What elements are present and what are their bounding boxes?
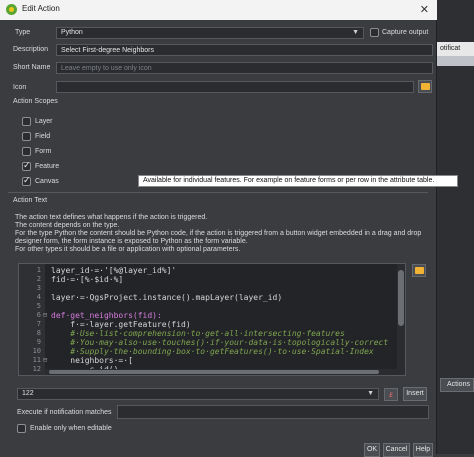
code-line: 9 #·You·may·also·use·touches()·if·your·d… bbox=[19, 338, 395, 347]
code-text: def·get_neighbors(fid): bbox=[51, 311, 162, 320]
type-combo[interactable]: Python ▼ bbox=[56, 27, 364, 39]
code-text: #·Supply·the·bounding·box·to·getFeatures… bbox=[51, 347, 374, 356]
scope-form-checkbox[interactable] bbox=[22, 147, 31, 156]
scope-tooltip: Available for individual features. For e… bbox=[138, 175, 458, 187]
editor-horizontal-scrollbar[interactable] bbox=[45, 369, 399, 375]
scope-layer-checkbox[interactable] bbox=[22, 117, 31, 126]
edit-action-dialog: Edit Action ✕ Type Python ▼ Capture outp… bbox=[0, 0, 458, 457]
cancel-button[interactable]: Cancel bbox=[383, 443, 410, 457]
execute-if-input[interactable] bbox=[117, 405, 429, 419]
scope-form-label: Form bbox=[35, 148, 52, 155]
action-text-label: Action Text bbox=[13, 197, 48, 204]
execute-if-label: Execute if notification matches bbox=[17, 409, 112, 416]
help-button[interactable]: Help bbox=[413, 443, 433, 457]
close-icon[interactable]: ✕ bbox=[420, 3, 429, 16]
variables-value: 122 bbox=[22, 390, 34, 397]
description-label: Description bbox=[13, 46, 49, 53]
code-text: f·=·layer.getFeature(fid) bbox=[51, 320, 191, 329]
chevron-down-icon: ▼ bbox=[352, 29, 359, 36]
code-text: #·Use·list·comprehension·to·get·all·inte… bbox=[51, 329, 345, 338]
scope-feature-checkbox[interactable] bbox=[22, 160, 31, 171]
scroll-thumb[interactable] bbox=[398, 270, 404, 326]
capture-output-checkbox[interactable] bbox=[370, 28, 379, 37]
code-text: layer·=·QgsProject.instance().mapLayer(l… bbox=[51, 293, 283, 302]
code-line: 4 layer·=·QgsProject.instance().mapLayer(… bbox=[19, 293, 395, 302]
background-tab: otificat bbox=[436, 42, 474, 56]
line-number: 5 bbox=[36, 302, 41, 310]
action-scopes-label: Action Scopes bbox=[13, 98, 58, 105]
type-label: Type bbox=[15, 29, 31, 36]
help-line-1: The action text defines what happens if … bbox=[15, 214, 208, 221]
enable-only-editable-label: Enable only when editable bbox=[30, 425, 112, 432]
code-text: neighbors·=·[ bbox=[51, 356, 133, 365]
line-number: 6 bbox=[36, 311, 41, 319]
capture-output-label: Capture output bbox=[382, 29, 429, 36]
editor-vertical-scrollbar[interactable] bbox=[397, 264, 405, 375]
background-window: otificat Actions bbox=[436, 0, 474, 454]
title-bar: Edit Action ✕ bbox=[0, 0, 437, 20]
background-header bbox=[436, 56, 474, 66]
load-script-button[interactable] bbox=[412, 264, 426, 277]
folder-icon bbox=[415, 267, 424, 274]
divider bbox=[8, 192, 428, 193]
help-line-2: The content depends on the type. bbox=[15, 222, 120, 229]
line-number: 3 bbox=[36, 284, 41, 292]
scope-field-label: Field bbox=[35, 133, 51, 140]
help-line-4: designer form, the form instance is expo… bbox=[15, 238, 248, 245]
ok-button[interactable]: OK bbox=[364, 443, 380, 457]
code-line: 5 bbox=[19, 302, 395, 311]
line-number: 11 bbox=[32, 356, 41, 364]
code-editor[interactable]: 1 layer_id·=·'[%@layer_id%]' 2 fid·=·[%·$id… bbox=[18, 263, 406, 376]
scope-layer-label: Layer bbox=[35, 118, 53, 125]
fold-marker-icon[interactable]: ⊟ bbox=[43, 311, 47, 320]
short-name-input[interactable]: Leave empty to use only icon bbox=[56, 62, 433, 74]
expression-builder-icon[interactable]: ε bbox=[384, 388, 398, 401]
code-line: 2 fid·=·[%·$id·%] bbox=[19, 275, 395, 284]
icon-browse-button[interactable] bbox=[418, 80, 432, 93]
chevron-down-icon: ▼ bbox=[367, 390, 374, 397]
enable-only-editable-checkbox[interactable] bbox=[17, 424, 26, 433]
description-input[interactable]: Select First-degree Neighbors bbox=[56, 44, 433, 56]
code-line: 3 bbox=[19, 284, 395, 293]
line-number: 7 bbox=[36, 320, 41, 328]
code-text: #·You·may·also·use·touches()·if·your·dat… bbox=[51, 338, 389, 347]
line-number: 9 bbox=[36, 338, 41, 346]
code-line: 8 #·Use·list·comprehension·to·get·all·in… bbox=[19, 329, 395, 338]
code-line: 10 #·Supply·the·bounding·box·to·getFeatu… bbox=[19, 347, 395, 356]
code-text: layer_id·=·'[%@layer_id%]' bbox=[51, 266, 177, 275]
scope-field-checkbox[interactable] bbox=[22, 132, 31, 141]
scope-canvas-label: Canvas bbox=[35, 178, 59, 185]
scope-canvas-checkbox[interactable] bbox=[22, 175, 31, 186]
scope-feature-label: Feature bbox=[35, 163, 60, 170]
line-number: 10 bbox=[32, 347, 41, 355]
help-line-5: For other types it should be a file or a… bbox=[15, 246, 241, 253]
background-actions-button[interactable]: Actions bbox=[440, 378, 474, 392]
variables-combo[interactable]: 122 ▼ bbox=[17, 388, 379, 400]
folder-icon bbox=[421, 83, 430, 90]
insert-button[interactable]: Insert bbox=[403, 387, 427, 401]
code-line: 11 ⊟ neighbors·=·[ bbox=[19, 356, 395, 365]
short-name-label: Short Name bbox=[13, 64, 51, 71]
code-line: 6 ⊟ def·get_neighbors(fid): bbox=[19, 311, 395, 320]
type-value: Python bbox=[61, 29, 83, 36]
code-line: 1 layer_id·=·'[%@layer_id%]' bbox=[19, 266, 395, 275]
dialog-title: Edit Action bbox=[22, 4, 60, 13]
line-number: 4 bbox=[36, 293, 41, 301]
qgis-logo-icon bbox=[6, 4, 17, 15]
fold-marker-icon[interactable]: ⊟ bbox=[43, 356, 47, 365]
code-line: 7 f·=·layer.getFeature(fid) bbox=[19, 320, 395, 329]
scroll-thumb[interactable] bbox=[49, 370, 379, 374]
line-number: 12 bbox=[32, 365, 41, 373]
code-text: fid·=·[%·$id·%] bbox=[51, 275, 124, 284]
line-number: 13 bbox=[21, 374, 41, 375]
line-number: 2 bbox=[36, 275, 41, 283]
icon-path-input[interactable] bbox=[56, 81, 414, 93]
line-number: 8 bbox=[36, 329, 41, 337]
line-number: 1 bbox=[36, 266, 41, 274]
icon-label: Icon bbox=[13, 84, 27, 91]
help-line-3: For the type Python the content should b… bbox=[15, 230, 422, 237]
